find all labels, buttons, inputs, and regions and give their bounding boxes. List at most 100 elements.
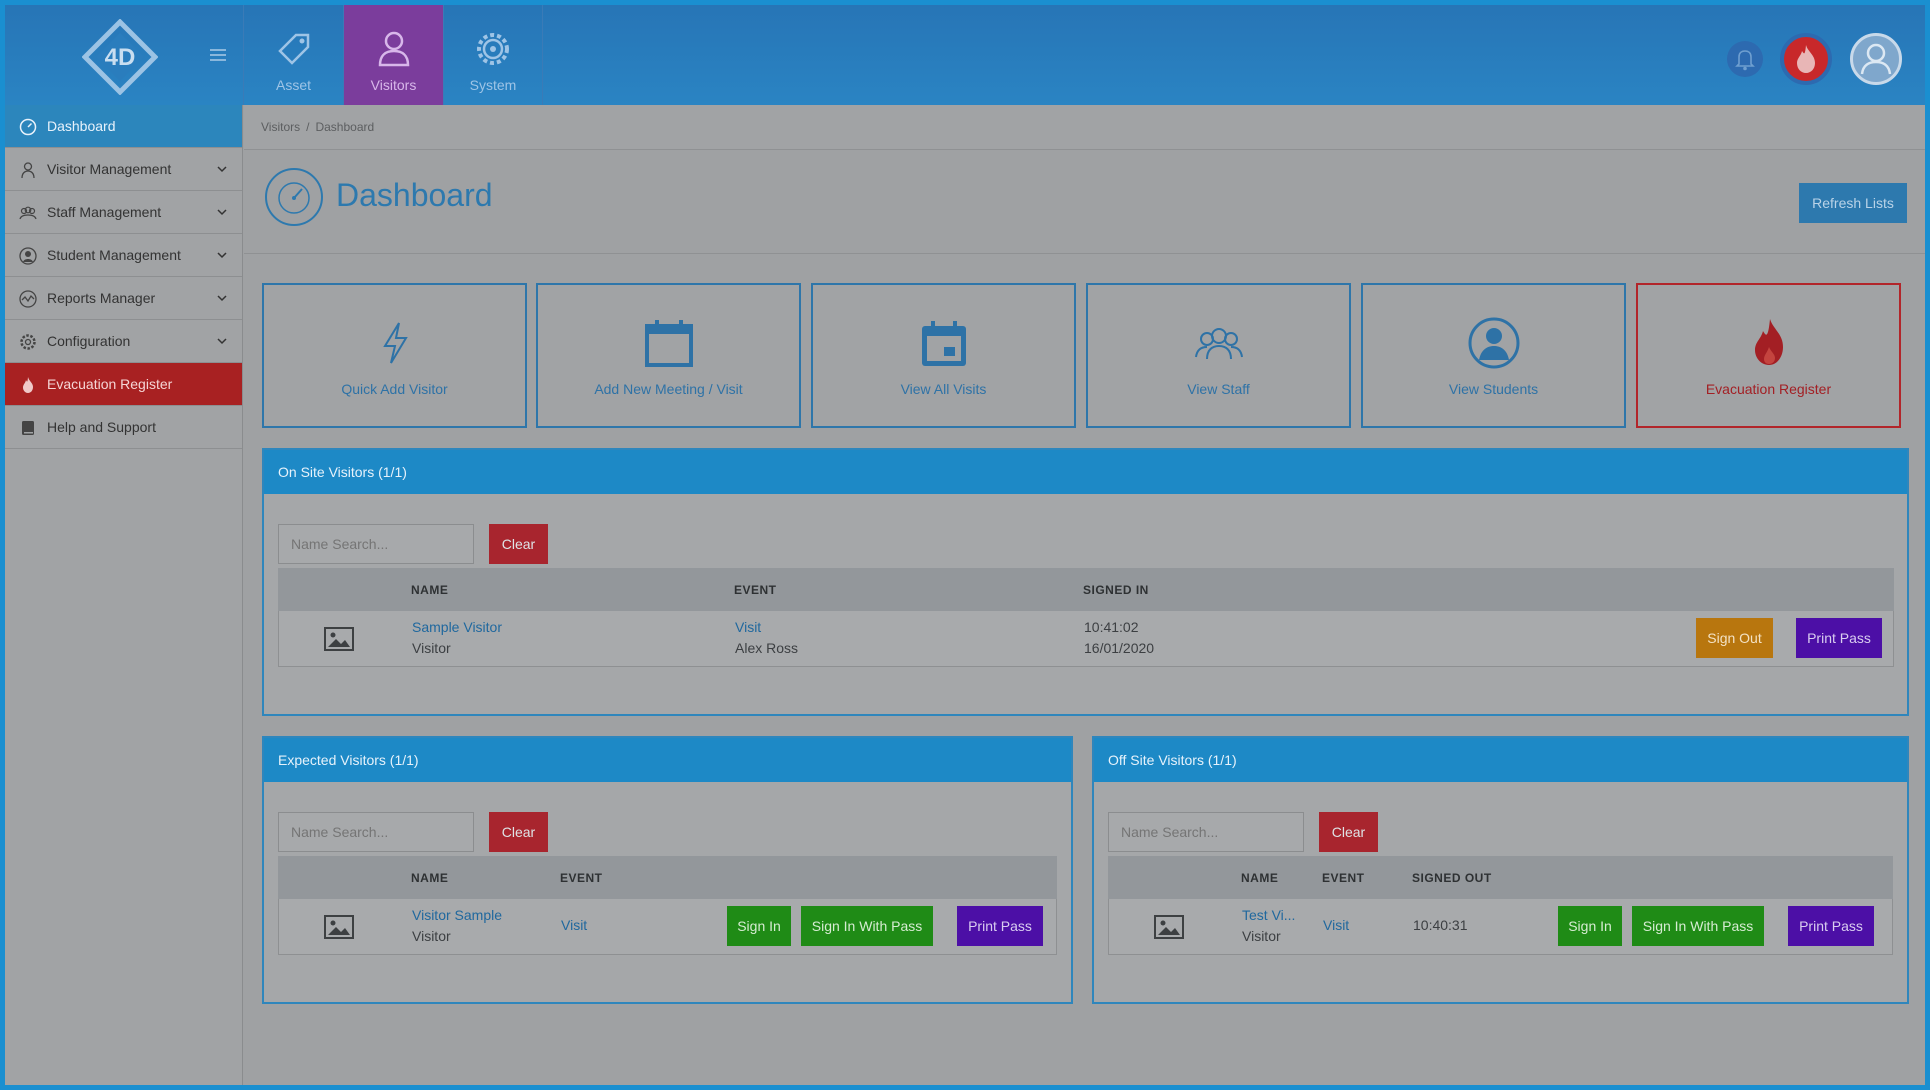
column-header-event: EVENT <box>1322 871 1365 885</box>
student-icon <box>1468 317 1519 369</box>
sidebar-item-staff-management[interactable]: Staff Management <box>5 191 242 234</box>
tile-label: View Staff <box>1187 381 1250 397</box>
group-icon <box>19 206 37 220</box>
image-placeholder-icon <box>1154 915 1184 939</box>
module-asset[interactable]: Asset <box>243 5 343 105</box>
sidebar-item-label: Dashboard <box>47 118 116 134</box>
sidebar-item-student-management[interactable]: Student Management <box>5 234 242 277</box>
expected-search-input[interactable] <box>278 812 474 852</box>
sign-in-with-pass-button[interactable]: Sign In With Pass <box>801 906 933 946</box>
visitor-type: Visitor <box>412 928 451 944</box>
offsite-clear-button[interactable]: Clear <box>1319 812 1378 852</box>
visitor-type: Visitor <box>1242 928 1281 944</box>
sidebar-item-evacuation-register[interactable]: Evacuation Register <box>5 363 242 406</box>
breadcrumb-current: Dashboard <box>315 120 375 134</box>
evacuation-alert-button[interactable] <box>1780 33 1832 85</box>
module-system-label: System <box>469 77 517 93</box>
tile-add-new-meeting-visit[interactable]: Add New Meeting / Visit <box>536 283 801 428</box>
tile-evacuation-register[interactable]: Evacuation Register <box>1636 283 1901 428</box>
sign-out-button[interactable]: Sign Out <box>1696 618 1773 658</box>
tile-view-all-visits[interactable]: View All Visits <box>811 283 1076 428</box>
chevron-down-icon <box>217 338 227 345</box>
user-avatar[interactable] <box>1850 33 1902 85</box>
tile-view-students[interactable]: View Students <box>1361 283 1626 428</box>
signed-in-date: 16/01/2020 <box>1084 640 1155 656</box>
onsite-search-input[interactable] <box>278 524 474 564</box>
visitor-name-link[interactable]: Test Vi... <box>1242 905 1295 925</box>
onsite-table-header: NAME EVENT SIGNED IN <box>278 568 1894 611</box>
column-header-name: NAME <box>1241 871 1279 885</box>
breadcrumb: Visitors / Dashboard <box>244 105 1925 150</box>
sign-in-button[interactable]: Sign In <box>727 906 791 946</box>
event-host: Alex Ross <box>735 640 799 656</box>
table-row: Test Vi... Visitor Visit 10:40:31 Sign I… <box>1108 899 1893 955</box>
tile-label: View Students <box>1448 381 1539 397</box>
table-row: Visitor Sample Visitor Visit Sign In Sig… <box>278 899 1057 955</box>
sidebar-item-reports-manager[interactable]: Reports Manager <box>5 277 242 320</box>
offsite-search-input[interactable] <box>1108 812 1304 852</box>
chevron-down-icon <box>217 166 227 173</box>
column-header-signed-out: SIGNED OUT <box>1412 871 1492 885</box>
lightning-icon <box>382 322 408 364</box>
tile-label: Quick Add Visitor <box>341 381 448 397</box>
top-bar: 4D Asset Visitors System <box>5 5 1925 105</box>
sidebar-item-label: Reports Manager <box>47 290 156 306</box>
flame-icon <box>1754 319 1783 365</box>
sidebar: Dashboard Visitor Management Staff Manag… <box>5 105 243 1085</box>
refresh-lists-button[interactable]: Refresh Lists <box>1799 183 1907 223</box>
image-placeholder-icon <box>324 627 354 651</box>
event-link[interactable]: Visit <box>1323 915 1349 935</box>
sidebar-item-label: Student Management <box>47 247 181 263</box>
tag-icon <box>277 33 309 65</box>
module-visitors-label: Visitors <box>370 77 417 93</box>
offsite-visitors-panel: Off Site Visitors (1/1) Clear NAME EVENT… <box>1092 736 1909 1004</box>
column-header-signed-in: SIGNED IN <box>1083 583 1149 597</box>
user-avatar-icon <box>1860 43 1892 75</box>
sidebar-item-visitor-management[interactable]: Visitor Management <box>5 148 242 191</box>
chart-icon <box>19 290 37 308</box>
tile-view-staff[interactable]: View Staff <box>1086 283 1351 428</box>
sidebar-item-help-and-support[interactable]: Help and Support <box>5 406 242 449</box>
sign-in-button[interactable]: Sign In <box>1558 906 1622 946</box>
print-pass-button[interactable]: Print Pass <box>1788 906 1874 946</box>
table-row: Sample Visitor Visitor Visit Alex Ross 1… <box>278 611 1894 667</box>
logo-area: 4D <box>5 5 243 105</box>
visitor-name-link[interactable]: Visitor Sample <box>412 905 502 925</box>
visitor-name-link[interactable]: Sample Visitor <box>412 617 502 637</box>
module-asset-label: Asset <box>275 77 311 93</box>
column-header-name: NAME <box>411 871 449 885</box>
visitor-type: Visitor <box>412 640 451 656</box>
breadcrumb-parent[interactable]: Visitors <box>261 120 300 134</box>
tile-quick-add-visitor[interactable]: Quick Add Visitor <box>262 283 527 428</box>
sidebar-item-dashboard[interactable]: Dashboard <box>5 105 242 148</box>
person-icon <box>21 162 35 179</box>
person-icon <box>378 31 409 67</box>
sidebar-item-configuration[interactable]: Configuration <box>5 320 242 363</box>
event-link[interactable]: Visit <box>561 915 587 935</box>
sign-in-with-pass-button[interactable]: Sign In With Pass <box>1632 906 1764 946</box>
module-system[interactable]: System <box>443 5 543 105</box>
hamburger-menu-icon[interactable] <box>208 45 228 65</box>
onsite-visitors-panel: On Site Visitors (1/1) Clear NAME EVENT … <box>262 448 1909 716</box>
group-icon <box>1194 328 1243 360</box>
tile-label: View All Visits <box>900 381 987 397</box>
gear-icon <box>20 334 36 350</box>
chevron-down-icon <box>217 209 227 216</box>
flame-icon <box>23 377 33 393</box>
print-pass-button[interactable]: Print Pass <box>957 906 1043 946</box>
offsite-panel-title: Off Site Visitors (1/1) <box>1094 738 1907 782</box>
breadcrumb-separator: / <box>306 120 310 134</box>
onsite-clear-button[interactable]: Clear <box>489 524 548 564</box>
print-pass-button[interactable]: Print Pass <box>1796 618 1882 658</box>
notifications-button[interactable] <box>1727 41 1763 77</box>
chevron-down-icon <box>217 252 227 259</box>
column-header-name: NAME <box>411 583 449 597</box>
expected-clear-button[interactable]: Clear <box>489 812 548 852</box>
expected-visitors-panel: Expected Visitors (1/1) Clear NAME EVENT… <box>262 736 1073 1004</box>
app-frame: 4D Asset Visitors System Dashboard Visit… <box>5 5 1925 1085</box>
module-visitors[interactable]: Visitors <box>343 5 443 105</box>
sidebar-item-label: Help and Support <box>47 419 156 435</box>
offsite-table-header: NAME EVENT SIGNED OUT <box>1108 856 1893 899</box>
event-link[interactable]: Visit <box>735 617 761 637</box>
calendar-event-icon <box>921 321 966 366</box>
